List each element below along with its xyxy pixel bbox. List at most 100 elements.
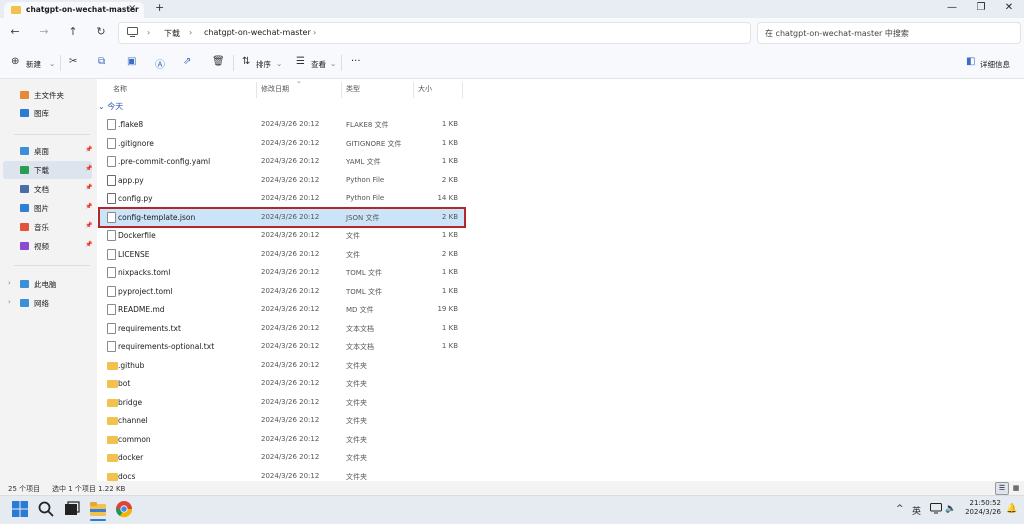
file-name: config.py <box>118 194 153 203</box>
file-size: 1 KB <box>441 120 458 128</box>
search-input[interactable]: 在 chatgpt-on-wechat-master 中搜索 <box>765 28 909 39</box>
python-file-icon <box>107 193 116 204</box>
tab-active[interactable]: chatgpt-on-wechat-master × <box>4 2 144 18</box>
sidebar-item[interactable]: › 网络 <box>3 294 92 312</box>
file-row[interactable]: config-template.json 2024/3/26 20:12 JSON … <box>98 207 466 228</box>
copy-icon[interactable]: ⧉ <box>98 56 105 67</box>
search-icon[interactable] <box>37 500 55 518</box>
file-type: 文本文档 <box>346 325 374 333</box>
sidebar-item[interactable]: 视频 📌 <box>3 237 92 255</box>
new-button[interactable]: 新建 <box>26 59 41 70</box>
column-header-name[interactable]: 名称 <box>113 84 127 94</box>
file-row[interactable]: requirements.txt 2024/3/26 20:12 文本文档 1 KB <box>100 320 464 337</box>
sidebar-item[interactable]: 音乐 📌 <box>3 218 92 236</box>
file-row[interactable]: bridge 2024/3/26 20:12 文件夹 <box>100 394 464 411</box>
column-divider[interactable] <box>462 82 463 98</box>
column-header-type[interactable]: 类型 <box>346 84 360 94</box>
file-type: 文件夹 <box>346 417 367 425</box>
file-row[interactable]: docker 2024/3/26 20:12 文件夹 <box>100 449 464 466</box>
file-date: 2024/3/26 20:12 <box>261 453 320 461</box>
sidebar-item[interactable]: 文档 📌 <box>3 180 92 198</box>
back-button[interactable]: ← <box>8 25 22 38</box>
maximize-button[interactable]: ❐ <box>971 2 991 13</box>
file-type: MD 文件 <box>346 306 374 314</box>
up-button[interactable]: ↑ <box>66 25 80 38</box>
notification-bell-icon[interactable]: 🔔 <box>1006 504 1017 514</box>
tiles-view-button[interactable]: ▦ <box>1009 482 1023 495</box>
column-divider[interactable] <box>256 82 257 98</box>
file-row[interactable]: nixpacks.toml 2024/3/26 20:12 TOML 文件 1 KB <box>100 264 464 281</box>
sort-button[interactable]: 排序 <box>256 59 271 70</box>
sidebar-item[interactable]: 图片 📌 <box>3 199 92 217</box>
network-status-icon[interactable] <box>930 503 942 514</box>
toolbar-divider <box>233 55 234 71</box>
monitor-icon <box>127 27 138 37</box>
group-label: 今天 <box>107 102 124 111</box>
file-row[interactable]: Dockerfile 2024/3/26 20:12 文件 1 KB <box>100 227 464 244</box>
details-view-button[interactable]: ☰ <box>995 482 1009 495</box>
refresh-button[interactable]: ↻ <box>94 25 108 38</box>
column-header-date[interactable]: 修改日期 <box>261 84 289 94</box>
file-type: 文本文档 <box>346 343 374 351</box>
view-button[interactable]: 查看 <box>311 59 326 70</box>
minimize-button[interactable]: — <box>942 2 962 13</box>
breadcrumb-downloads[interactable]: 下载 <box>164 28 180 39</box>
ime-indicator[interactable]: 英 <box>912 504 921 517</box>
clock[interactable]: 21:50:52 2024/3/26 <box>955 499 1001 517</box>
start-icon[interactable] <box>11 500 29 518</box>
sidebar-item[interactable]: 下载 📌 <box>3 161 92 179</box>
tray-chevron-icon[interactable]: ^ <box>896 504 904 514</box>
group-header[interactable]: ⌄ 今天 <box>98 101 123 112</box>
file-row[interactable]: .flake8 2024/3/26 20:12 FLAKE8 文件 1 KB <box>100 116 464 133</box>
sidebar-item[interactable]: 图库 <box>3 104 92 122</box>
file-row[interactable]: bot 2024/3/26 20:12 文件夹 <box>100 375 464 392</box>
cut-icon[interactable]: ✂ <box>69 56 77 67</box>
close-window-button[interactable]: ✕ <box>999 2 1019 13</box>
file-row[interactable]: LICENSE 2024/3/26 20:12 文件 2 KB <box>100 246 464 263</box>
file-size: 14 KB <box>437 194 458 202</box>
task-view-icon[interactable] <box>63 500 81 518</box>
plus-icon: ⊕ <box>11 56 20 67</box>
paste-icon[interactable]: ▣ <box>127 56 136 67</box>
details-pane-icon: ◧ <box>966 56 976 67</box>
delete-icon[interactable]: 🗑 <box>212 56 225 67</box>
file-date: 2024/3/26 20:12 <box>261 398 320 406</box>
status-bar <box>0 481 1024 495</box>
chevron-right-icon[interactable]: › <box>8 298 11 306</box>
chevron-down-icon: ⌄ <box>330 59 337 68</box>
column-divider[interactable] <box>413 82 414 98</box>
breadcrumb-current[interactable]: chatgpt-on-wechat-master <box>204 28 311 37</box>
column-divider[interactable] <box>341 82 342 98</box>
close-tab-button[interactable]: × <box>128 3 136 14</box>
file-row[interactable]: README.md 2024/3/26 20:12 MD 文件 19 KB <box>100 301 464 318</box>
chevron-down-icon: ⌄ <box>276 59 283 68</box>
rename-icon[interactable]: Ⓐ <box>155 56 165 71</box>
details-button[interactable]: 详细信息 <box>980 59 1010 70</box>
sidebar-item[interactable]: 主文件夹 <box>3 86 92 104</box>
file-row[interactable]: pyproject.toml 2024/3/26 20:12 TOML 文件 1 KB <box>100 283 464 300</box>
file-type: GITIGNORE 文件 <box>346 140 402 148</box>
file-explorer-icon[interactable] <box>89 500 107 518</box>
sidebar-item[interactable]: 桌面 📌 <box>3 142 92 160</box>
share-icon[interactable]: ⇗ <box>183 56 191 67</box>
file-size: 1 KB <box>441 157 458 165</box>
file-row[interactable]: .gitignore 2024/3/26 20:12 GITIGNORE 文件 1 K… <box>100 135 464 152</box>
more-options-button[interactable]: ··· <box>351 56 361 67</box>
folder-icon <box>107 380 118 388</box>
file-name: .gitignore <box>118 139 154 148</box>
forward-button[interactable]: → <box>37 25 51 38</box>
chrome-icon[interactable] <box>115 500 133 518</box>
new-tab-button[interactable]: + <box>155 1 164 14</box>
file-row[interactable]: app.py 2024/3/26 20:12 Python File 2 KB <box>100 172 464 189</box>
file-row[interactable]: config.py 2024/3/26 20:12 Python File 14 KB <box>100 190 464 207</box>
file-row[interactable]: channel 2024/3/26 20:12 文件夹 <box>100 412 464 429</box>
file-row[interactable]: common 2024/3/26 20:12 文件夹 <box>100 431 464 448</box>
file-row[interactable]: requirements-optional.txt 2024/3/26 20:12… <box>100 338 464 355</box>
file-date: 2024/3/26 20:12 <box>261 379 320 387</box>
file-row[interactable]: .pre-commit-config.yaml 2024/3/26 20:12 YA… <box>100 153 464 170</box>
chevron-right-icon[interactable]: › <box>8 279 11 287</box>
sidebar-item[interactable]: › 此电脑 <box>3 275 92 293</box>
column-header-size[interactable]: 大小 <box>418 84 432 94</box>
file-row[interactable]: .github 2024/3/26 20:12 文件夹 <box>100 357 464 374</box>
file-size: 1 KB <box>441 287 458 295</box>
